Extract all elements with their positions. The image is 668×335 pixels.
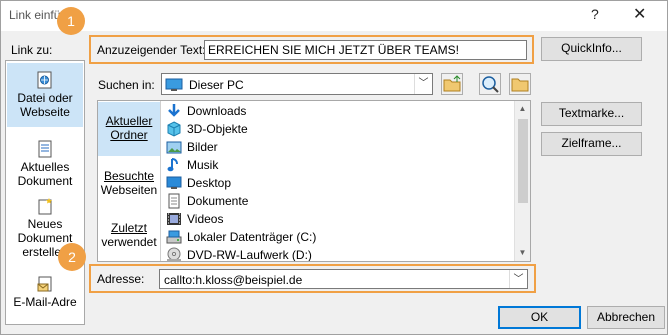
vertical-scrollbar[interactable]: ▲ ▼: [514, 101, 530, 261]
target-frame-button[interactable]: Zielframe...: [541, 132, 642, 156]
callout-badge-2: 2: [58, 243, 86, 271]
nav-recent-files[interactable]: Zuletzt verwendet: [98, 213, 160, 259]
pictures-icon: [166, 141, 182, 154]
list-item[interactable]: Lokaler Datenträger (C:): [162, 228, 512, 246]
hard-drive-icon: [166, 230, 182, 244]
nav-browsed-pages-line1: Besuchte: [103, 169, 155, 183]
list-item[interactable]: DVD-RW-Laufwerk (D:): [162, 246, 512, 261]
list-item[interactable]: 3D-Objekte: [162, 120, 512, 138]
browse-file-button[interactable]: [509, 73, 531, 95]
list-item[interactable]: Musik: [162, 156, 512, 174]
look-in-select[interactable]: Dieser PC ﹀: [161, 73, 433, 95]
display-text-input[interactable]: ERREICHEN SIE MICH JETZT ÜBER TEAMS!: [204, 40, 527, 60]
list-item[interactable]: Dokumente: [162, 192, 512, 210]
link-to-email[interactable]: E-Mail-Adre: [7, 273, 83, 313]
nav-current-folder-line1: Aktueller: [105, 114, 153, 128]
music-note-icon: [167, 158, 178, 172]
document-icon: [38, 140, 52, 158]
desktop-icon: [166, 176, 182, 189]
documents-icon: [168, 193, 180, 209]
list-item[interactable]: Bilder: [162, 138, 512, 156]
new-document-icon: [38, 198, 52, 215]
list-item[interactable]: Desktop: [162, 174, 512, 192]
browse-nav: Aktueller Ordner Besuchte Webseiten Zule…: [98, 101, 161, 261]
up-folder-icon: [443, 75, 461, 92]
title-bar: Link einfü ? ✕: [1, 1, 667, 31]
quickinfo-button[interactable]: QuickInfo...: [541, 37, 642, 61]
link-to-current-document-line2: Dokument: [17, 174, 73, 188]
download-arrow-icon: [168, 104, 180, 117]
file-name: 3D-Objekte: [187, 122, 248, 136]
chevron-down-icon[interactable]: ﹀: [414, 74, 432, 94]
ok-button[interactable]: OK: [498, 306, 581, 329]
list-item[interactable]: Videos: [162, 210, 512, 228]
close-button[interactable]: ✕: [633, 4, 646, 24]
scroll-down-icon[interactable]: ▼: [515, 245, 530, 261]
nav-recent-files-line1: Zuletzt: [110, 221, 147, 235]
open-folder-icon: [511, 78, 529, 92]
chevron-down-icon[interactable]: ﹀: [509, 270, 527, 288]
link-to-sidebar: Datei oder Webseite Aktuelles Dokument N…: [5, 60, 85, 325]
dialog-title: Link einfü: [9, 8, 61, 22]
display-text-label: Anzuzeigender Text:: [97, 43, 206, 57]
email-icon: [37, 276, 52, 292]
scroll-thumb[interactable]: [518, 119, 528, 203]
insert-hyperlink-dialog: Link einfü ? ✕ Link zu: Datei oder Webse…: [0, 0, 668, 335]
file-name: Downloads: [187, 104, 247, 118]
address-label: Adresse:: [97, 272, 145, 286]
display-text-row-highlight: Anzuzeigender Text: ERREICHEN SIE MICH J…: [89, 35, 534, 64]
file-name: Lokaler Datenträger (C:): [187, 230, 317, 244]
cube-icon: [167, 121, 181, 137]
file-list: Downloads 3D-Objekte Bilder Musik Deskto…: [162, 101, 514, 261]
up-folder-button[interactable]: [441, 73, 463, 95]
link-to-new-document-line1: Neues: [27, 217, 63, 231]
web-page-icon: [37, 71, 52, 89]
link-to-label: Link zu:: [11, 43, 53, 57]
browse-area: Aktueller Ordner Besuchte Webseiten Zule…: [97, 100, 531, 262]
list-item[interactable]: Downloads: [162, 102, 512, 120]
bookmark-button[interactable]: Textmarke...: [541, 102, 642, 126]
file-name: DVD-RW-Laufwerk (D:): [187, 248, 312, 261]
look-in-value: Dieser PC: [189, 78, 244, 92]
dvd-drive-icon: [167, 247, 181, 261]
link-to-web-page[interactable]: Datei oder Webseite: [7, 63, 83, 127]
file-name: Videos: [187, 212, 224, 226]
file-name: Desktop: [187, 176, 232, 190]
nav-current-folder[interactable]: Aktueller Ordner: [98, 102, 160, 156]
file-name: Musik: [187, 158, 219, 172]
computer-icon: [165, 78, 183, 91]
nav-browsed-pages[interactable]: Besuchte Webseiten: [98, 159, 160, 209]
link-to-current-document-line1: Aktuelles: [20, 160, 70, 174]
address-input[interactable]: callto:h.kloss@beispiel.de ﹀: [159, 269, 528, 289]
web-search-icon: [482, 76, 499, 93]
callout-badge-1: 1: [57, 7, 85, 35]
address-value: callto:h.kloss@beispiel.de: [164, 273, 303, 287]
file-name: Bilder: [187, 140, 218, 154]
look-in-label: Suchen in:: [98, 78, 155, 92]
scroll-up-icon[interactable]: ▲: [515, 101, 530, 117]
help-button[interactable]: ?: [591, 6, 599, 22]
link-to-email-label: E-Mail-Adre: [13, 295, 77, 309]
browse-web-button[interactable]: [479, 73, 501, 95]
nav-browsed-pages-line2: Webseiten: [100, 183, 158, 197]
link-to-current-document[interactable]: Aktuelles Dokument: [7, 137, 83, 189]
nav-current-folder-line2: Ordner: [110, 128, 148, 142]
cancel-button[interactable]: Abbrechen: [587, 306, 665, 329]
link-to-web-page-line1: Datei oder: [17, 91, 73, 105]
nav-recent-files-line2: verwendet: [101, 235, 157, 249]
film-icon: [167, 213, 181, 225]
link-to-new-document-line2: Dokument: [17, 231, 73, 245]
address-row-highlight: Adresse: callto:h.kloss@beispiel.de ﹀: [89, 264, 536, 293]
file-name: Dokumente: [187, 194, 249, 208]
link-to-web-page-line2: Webseite: [20, 105, 70, 119]
